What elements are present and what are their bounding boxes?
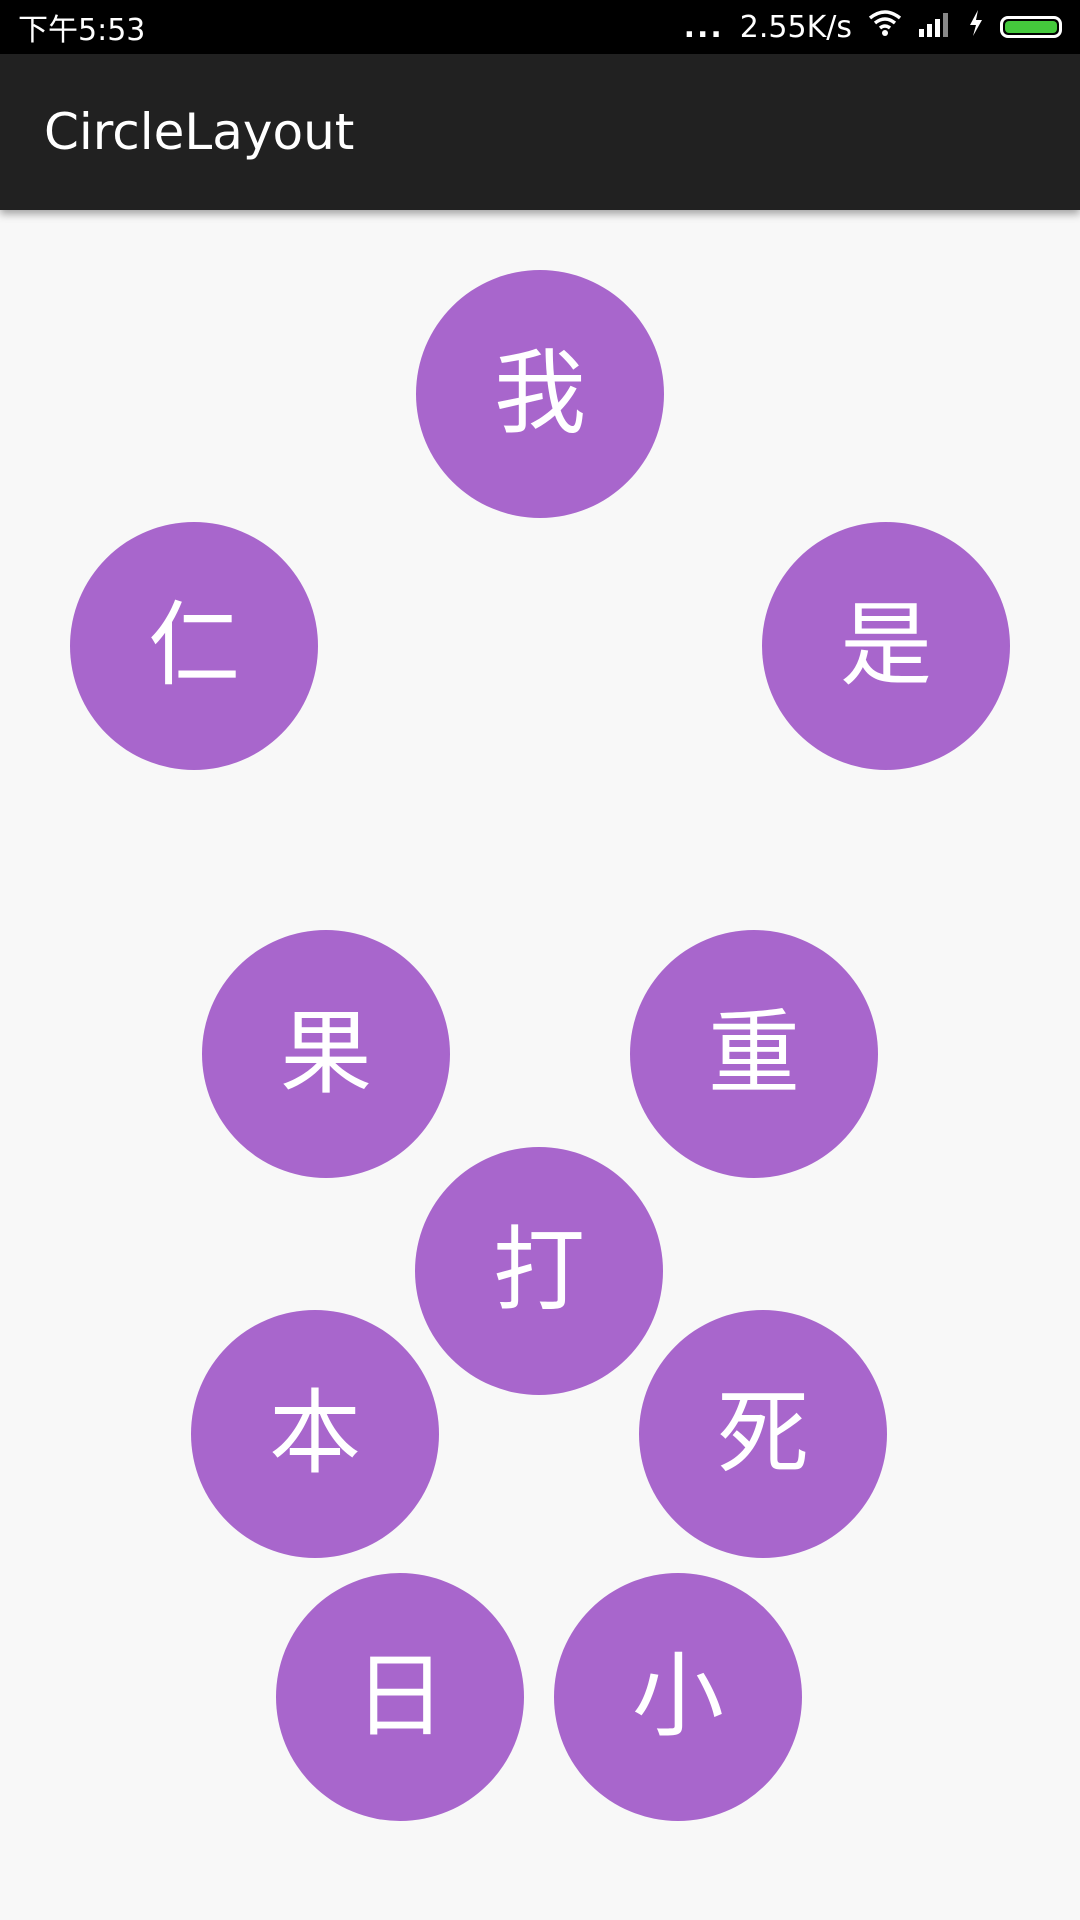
circle-item-xiao[interactable]: 小: [554, 1573, 802, 1821]
more-notifications-icon: ...: [683, 9, 724, 45]
signal-icon: [918, 10, 952, 45]
app-title: CircleLayout: [44, 103, 355, 161]
circle-item-ren[interactable]: 仁: [70, 522, 318, 770]
status-time: 下午5:53: [18, 13, 146, 48]
charging-icon: [968, 9, 984, 45]
battery-icon: [1000, 16, 1062, 38]
network-speed: 2.55K/s: [739, 9, 852, 45]
circle-item-guo[interactable]: 果: [202, 930, 450, 1178]
circle-item-ri[interactable]: 日: [276, 1573, 524, 1821]
circle-item-ben[interactable]: 本: [191, 1310, 439, 1558]
circle-item-shi[interactable]: 是: [762, 522, 1010, 770]
circle-item-si[interactable]: 死: [639, 1310, 887, 1558]
status-bar: 下午5:53 ... 2.55K/s: [0, 0, 1080, 54]
app-bar: CircleLayout: [0, 54, 1080, 210]
circle-item-zhong[interactable]: 重: [630, 930, 878, 1178]
battery-level: [1005, 21, 1057, 33]
circle-item-wo[interactable]: 我: [416, 270, 664, 518]
status-icons: ... 2.55K/s: [684, 9, 1062, 45]
wifi-icon: [868, 9, 902, 45]
circle-item-da[interactable]: 打: [415, 1147, 663, 1395]
